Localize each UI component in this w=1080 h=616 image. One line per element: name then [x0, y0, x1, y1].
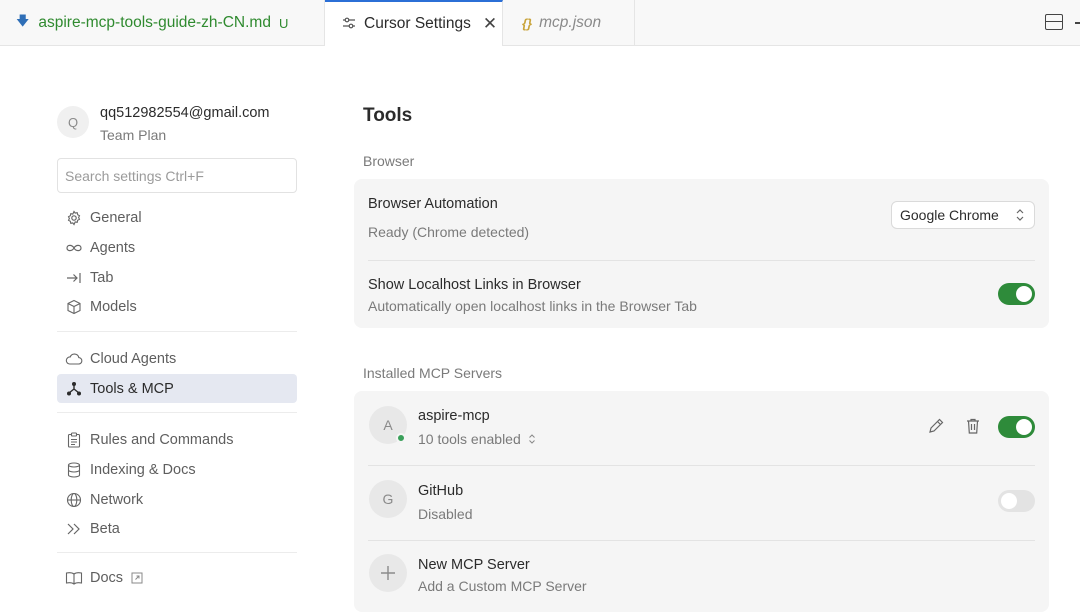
- chevron-up-down-icon: [528, 433, 536, 445]
- server-tools-count[interactable]: 10 tools enabled: [418, 431, 536, 447]
- browser-automation-title: Browser Automation: [368, 196, 498, 212]
- more-actions-icon[interactable]: [1075, 22, 1080, 24]
- clipboard-icon: [65, 431, 83, 449]
- cube-icon: [65, 298, 83, 316]
- new-mcp-server-description: Add a Custom MCP Server: [418, 578, 587, 594]
- sidebar-item-label: Rules and Commands: [90, 431, 234, 448]
- mcp-servers-card: A aspire-mcp 10 tools enabled G GitHub D…: [354, 391, 1049, 612]
- nodes-icon: [65, 380, 83, 398]
- tab-label: Cursor Settings: [364, 15, 471, 32]
- globe-icon: [65, 491, 83, 509]
- row-divider: [368, 260, 1035, 261]
- toggle-knob: [1016, 286, 1032, 302]
- server-name: GitHub: [418, 483, 464, 499]
- sidebar-item-label: Beta: [90, 520, 120, 537]
- toggle-knob: [1016, 419, 1032, 435]
- page-title: Tools: [363, 105, 413, 126]
- sidebar-item-label: Agents: [90, 239, 136, 256]
- plus-icon[interactable]: [369, 554, 407, 592]
- sidebar-item-docs[interactable]: Docs: [57, 563, 297, 592]
- arrow-right-bar-icon: [65, 269, 83, 287]
- row-divider: [368, 540, 1035, 541]
- settings-sliders-icon: [342, 16, 356, 33]
- tab-label: aspire-mcp-tools-guide-zh-CN.md: [38, 14, 271, 31]
- sidebar-divider: [57, 412, 297, 413]
- external-link-icon: [131, 572, 143, 584]
- chevron-up-down-icon: [1015, 206, 1025, 226]
- section-label-mcp-servers: Installed MCP Servers: [363, 365, 503, 381]
- gear-icon: [65, 209, 83, 227]
- browser-select[interactable]: Google Chrome: [891, 201, 1035, 229]
- tab-mcp-json[interactable]: {} mcp.json: [503, 0, 635, 46]
- server-status-dot: [396, 433, 406, 443]
- sidebar-divider: [57, 331, 297, 332]
- database-icon: [65, 461, 83, 479]
- sidebar-item-label: Indexing & Docs: [90, 461, 196, 478]
- sidebar-item-indexing-docs[interactable]: Indexing & Docs: [57, 455, 297, 484]
- server-avatar: G: [369, 480, 407, 518]
- cloud-icon: [65, 350, 83, 368]
- account-plan: Team Plan: [100, 127, 167, 143]
- tab-guide-md[interactable]: 🡇 aspire-mcp-tools-guide-zh-CN.md U: [0, 0, 325, 46]
- account-email: qq512982554@gmail.com: [100, 105, 270, 121]
- chevrons-right-icon: [65, 520, 83, 538]
- browser-select-value: Google Chrome: [900, 207, 999, 223]
- sidebar-item-label: Tab: [90, 269, 114, 286]
- split-editor-icon[interactable]: [1045, 14, 1063, 30]
- sidebar-item-tools-mcp[interactable]: Tools & MCP: [57, 374, 297, 403]
- tab-label: mcp.json: [539, 14, 602, 31]
- sidebar-item-label: Network: [90, 491, 144, 508]
- toggle-knob: [1001, 493, 1017, 509]
- new-mcp-server-title[interactable]: New MCP Server: [418, 557, 530, 573]
- editor-tab-bar: 🡇 aspire-mcp-tools-guide-zh-CN.md U Curs…: [0, 0, 1080, 46]
- sidebar-item-label: General: [90, 209, 142, 226]
- sidebar-item-models[interactable]: Models: [57, 292, 297, 321]
- json-braces-icon: {}: [522, 15, 533, 31]
- browser-settings-card: Browser Automation Ready (Chrome detecte…: [354, 179, 1049, 328]
- sidebar-item-tab[interactable]: Tab: [57, 263, 297, 292]
- untracked-badge: U: [278, 15, 289, 31]
- close-icon[interactable]: ✕: [483, 14, 497, 34]
- sidebar-item-cloud-agents[interactable]: Cloud Agents: [57, 344, 297, 373]
- aspire-mcp-toggle[interactable]: [998, 416, 1035, 438]
- section-label-browser: Browser: [363, 153, 415, 169]
- avatar: Q: [57, 106, 89, 138]
- row-divider: [368, 465, 1035, 466]
- localhost-links-title: Show Localhost Links in Browser: [368, 277, 581, 293]
- server-status-text: Disabled: [418, 506, 473, 522]
- book-icon: [65, 569, 83, 587]
- browser-automation-status: Ready (Chrome detected): [368, 224, 530, 240]
- infinity-icon: [65, 239, 83, 257]
- sidebar-item-agents[interactable]: Agents: [57, 233, 297, 262]
- tab-cursor-settings[interactable]: Cursor Settings ✕: [325, 0, 503, 46]
- sidebar-item-label: Tools & MCP: [90, 380, 174, 397]
- edit-pencil-icon[interactable]: [926, 416, 946, 436]
- github-mcp-toggle[interactable]: [998, 490, 1035, 512]
- localhost-links-toggle[interactable]: [998, 283, 1035, 305]
- sidebar-item-general[interactable]: General: [57, 203, 297, 232]
- sidebar-item-label: Docs: [90, 569, 124, 586]
- sidebar-item-beta[interactable]: Beta: [57, 514, 297, 543]
- localhost-links-description: Automatically open localhost links in th…: [368, 298, 697, 314]
- download-arrow-icon: 🡇: [16, 13, 30, 28]
- sidebar-item-rules-commands[interactable]: Rules and Commands: [57, 425, 297, 454]
- server-status-text: 10 tools enabled: [418, 431, 521, 447]
- sidebar-divider: [57, 552, 297, 553]
- sidebar-item-network[interactable]: Network: [57, 485, 297, 514]
- server-name: aspire-mcp: [418, 408, 490, 424]
- trash-icon[interactable]: [963, 416, 983, 436]
- sidebar-item-label: Cloud Agents: [90, 350, 177, 367]
- search-settings-input[interactable]: [57, 158, 297, 193]
- sidebar-item-label: Models: [90, 298, 137, 315]
